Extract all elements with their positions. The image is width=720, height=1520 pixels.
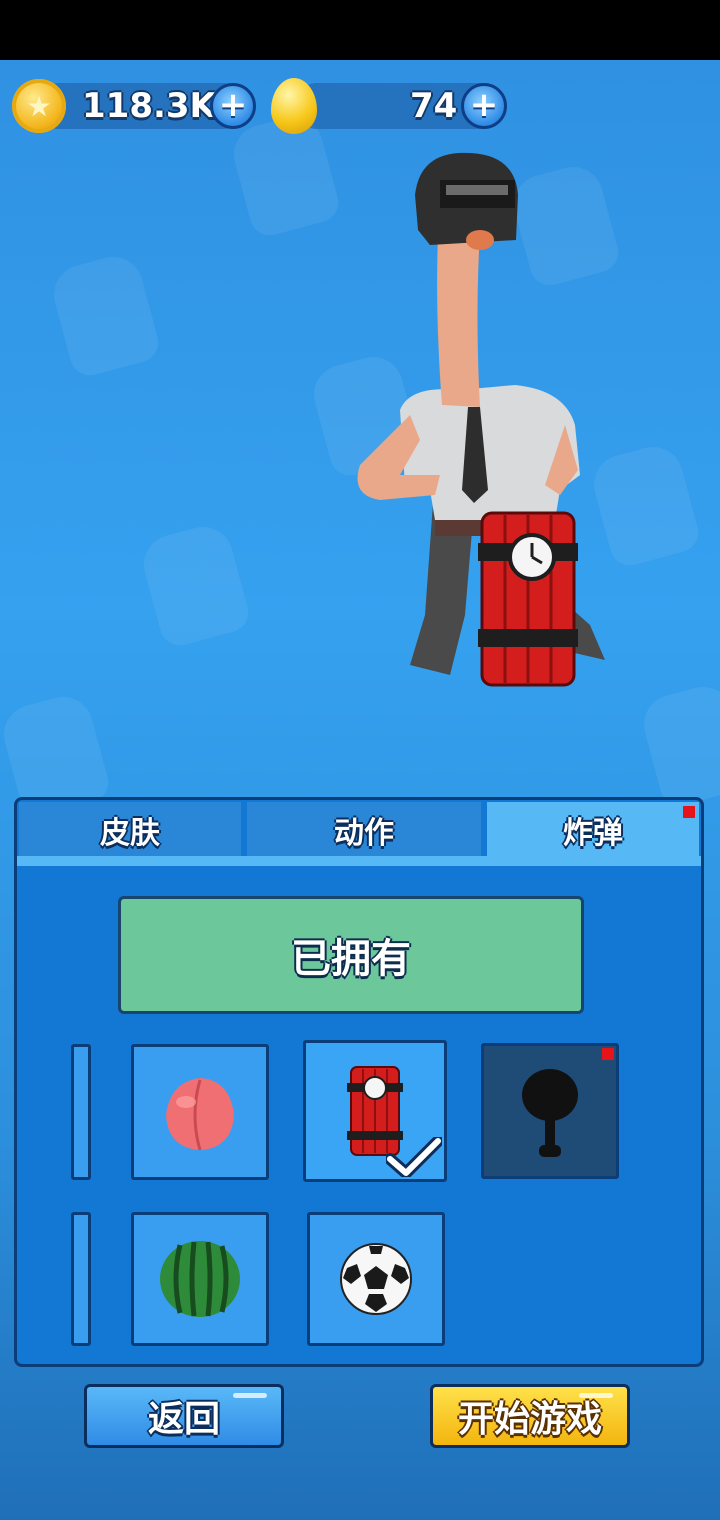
system-status-bar — [0, 0, 720, 60]
checkmark-icon — [386, 1137, 442, 1177]
tab-skins[interactable]: 皮肤 — [19, 802, 241, 858]
item-slot-dynamite[interactable] — [303, 1040, 447, 1182]
back-button[interactable]: 返回 — [84, 1384, 284, 1448]
item-slot-frying-pan[interactable] — [481, 1043, 619, 1179]
egg-amount: 74 — [410, 86, 458, 126]
item-slot-soccer-ball[interactable] — [307, 1212, 445, 1346]
start-game-button[interactable]: 开始游戏 — [430, 1384, 630, 1448]
back-button-label: 返回 — [147, 1399, 220, 1440]
inventory-panel: 皮肤 动作 炸弹 已拥有 — [14, 797, 704, 1367]
tab-actions[interactable]: 动作 — [247, 802, 481, 858]
item-slot-partial[interactable] — [71, 1212, 91, 1346]
peach-icon — [166, 1078, 234, 1151]
gold-coin-icon: ★ — [12, 79, 66, 133]
item-slot-partial[interactable] — [71, 1044, 91, 1180]
add-eggs-button[interactable]: + — [461, 83, 507, 129]
tab-bombs[interactable]: 炸弹 — [487, 802, 699, 858]
background-pattern — [47, 250, 163, 380]
coin-amount: 118.3K — [82, 86, 216, 126]
background-pattern — [637, 680, 720, 810]
button-shine — [579, 1393, 613, 1398]
item-slot-peach[interactable] — [131, 1044, 269, 1180]
notification-dot — [602, 1048, 614, 1060]
golden-egg-icon — [271, 78, 317, 134]
item-slot-watermelon[interactable] — [131, 1212, 269, 1346]
notification-dot — [683, 806, 695, 818]
button-shine — [233, 1393, 267, 1398]
add-coins-button[interactable]: + — [210, 83, 256, 129]
character-preview[interactable] — [340, 145, 620, 695]
background-pattern — [137, 520, 253, 650]
watermelon-icon — [160, 1241, 240, 1317]
owned-status-banner: 已拥有 — [118, 896, 584, 1014]
soccer-ball-icon — [340, 1243, 412, 1315]
category-tabs: 皮肤 动作 炸弹 — [17, 800, 701, 866]
frying-pan-icon — [522, 1069, 578, 1157]
tab-underline — [17, 856, 701, 866]
